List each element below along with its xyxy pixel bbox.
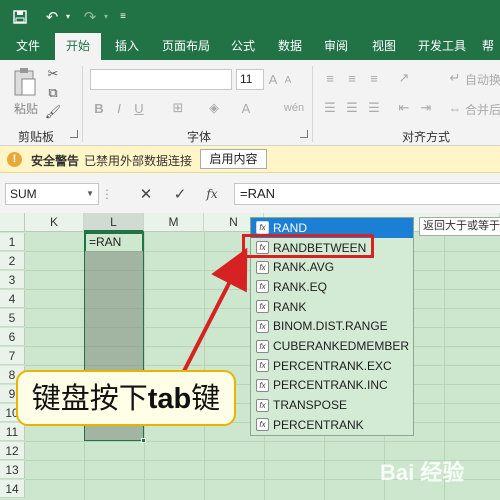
callout-key: tab <box>147 383 192 415</box>
instruction-callout: 键盘按下tab键 <box>16 370 236 426</box>
callout-prefix: 键盘按下 <box>31 381 148 415</box>
watermark-logo: Bai 经验 <box>380 460 465 485</box>
callout-suffix: 键 <box>191 381 221 415</box>
